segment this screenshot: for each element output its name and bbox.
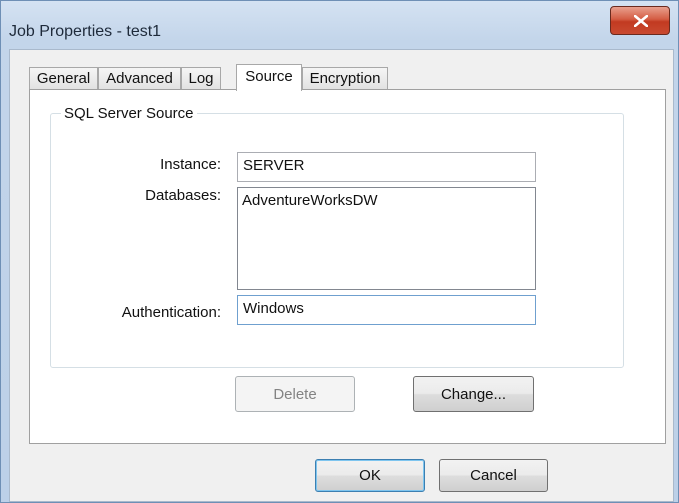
tab-general[interactable]: General [29, 67, 98, 89]
tab-advanced[interactable]: Advanced [98, 67, 181, 89]
cancel-button[interactable]: Cancel [439, 459, 548, 492]
tab-log[interactable]: Log [181, 67, 221, 89]
job-properties-dialog: Job Properties - test1 General Advanced … [0, 0, 679, 503]
authentication-field[interactable]: Windows [237, 295, 536, 325]
databases-listbox[interactable]: AdventureWorksDW [237, 187, 536, 290]
group-title: SQL Server Source [61, 105, 197, 122]
tab-encryption[interactable]: Encryption [302, 67, 388, 89]
close-icon [634, 15, 648, 27]
close-button[interactable] [610, 6, 670, 35]
delete-button[interactable]: Delete [235, 376, 355, 412]
authentication-label: Authentication: [121, 304, 221, 321]
source-tab-panel: SQL Server Source Instance: SERVER Datab… [29, 89, 666, 444]
databases-label: Databases: [145, 187, 221, 204]
tab-source[interactable]: Source [236, 64, 302, 91]
ok-button[interactable]: OK [315, 459, 425, 492]
dialog-client-area: General Advanced Log Source Encryption S… [9, 49, 674, 502]
change-button[interactable]: Change... [413, 376, 534, 412]
list-item[interactable]: AdventureWorksDW [242, 192, 531, 209]
instance-label: Instance: [160, 156, 221, 173]
instance-field[interactable]: SERVER [237, 152, 536, 182]
window-title: Job Properties - test1 [9, 23, 162, 40]
